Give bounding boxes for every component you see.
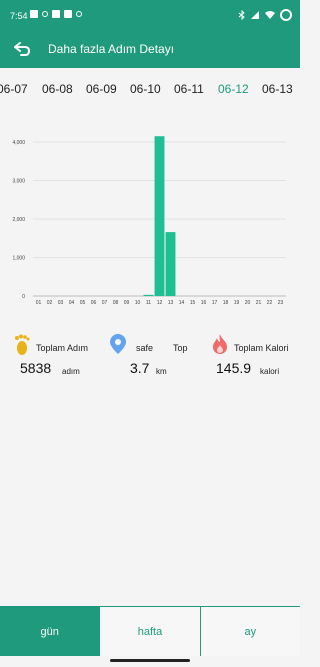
date-item[interactable]: 06-11 bbox=[174, 82, 204, 96]
notification-icons bbox=[30, 10, 82, 18]
x-tick-label: 04 bbox=[69, 300, 75, 306]
back-arrow-icon[interactable] bbox=[12, 39, 32, 59]
notification-icon bbox=[30, 10, 38, 18]
bar bbox=[143, 294, 154, 296]
date-selector: 06-07 06-08 06-09 06-10 06-11 06-12 06-1… bbox=[0, 78, 300, 100]
home-indicator bbox=[110, 659, 190, 662]
stats-panel: Toplam Adım 5838 adım safe Top 3.7 km To… bbox=[0, 330, 300, 380]
bar bbox=[165, 232, 176, 296]
x-tick-label: 01 bbox=[36, 300, 42, 306]
x-tick-label: 19 bbox=[234, 300, 240, 306]
x-tick-label: 22 bbox=[267, 300, 273, 306]
calories-unit: kalori bbox=[260, 367, 280, 376]
steps-value: 5838 bbox=[20, 360, 52, 376]
location-status-icon bbox=[42, 11, 48, 17]
x-tick-label: 21 bbox=[256, 300, 262, 306]
y-tick-label: 1,000 bbox=[12, 256, 25, 262]
date-item-selected[interactable]: 06-12 bbox=[218, 82, 249, 96]
location-pin-icon bbox=[110, 334, 126, 354]
y-tick-label: 2,000 bbox=[12, 217, 25, 223]
y-tick-label: 0 bbox=[22, 294, 25, 300]
shield-icon bbox=[52, 10, 60, 18]
calories-value: 145.9 bbox=[216, 360, 252, 376]
system-icons bbox=[238, 9, 292, 21]
distance-unit: km bbox=[156, 367, 167, 376]
wifi-icon bbox=[265, 11, 275, 19]
tab-day[interactable]: gün bbox=[0, 607, 101, 656]
x-tick-label: 13 bbox=[168, 300, 174, 306]
distance-label: safe bbox=[136, 343, 154, 353]
signal-icon bbox=[251, 11, 259, 19]
date-item[interactable]: 06-07 bbox=[0, 82, 28, 96]
page-title: Daha fazla Adım Detayı bbox=[48, 42, 175, 56]
status-time: 7:54 bbox=[10, 11, 28, 21]
battery-icon bbox=[280, 9, 292, 21]
x-tick-label: 14 bbox=[179, 300, 185, 306]
x-tick-label: 15 bbox=[190, 300, 196, 306]
footprint-icon bbox=[15, 334, 30, 355]
x-tick-label: 08 bbox=[113, 300, 119, 306]
bar bbox=[154, 136, 165, 296]
x-tick-label: 05 bbox=[80, 300, 86, 306]
x-tick-label: 06 bbox=[91, 300, 97, 306]
x-tick-label: 09 bbox=[124, 300, 130, 306]
x-tick-label: 17 bbox=[212, 300, 218, 306]
status-bar: 7:54 bbox=[0, 0, 300, 30]
image-icon bbox=[64, 10, 72, 18]
date-item[interactable]: 06-13 bbox=[262, 82, 293, 96]
x-tick-label: 18 bbox=[223, 300, 229, 306]
chart-svg: 0 1,000 2,000 3,000 4,000 01 02 03 04 05 06 07 08 09 1… bbox=[12, 136, 286, 306]
date-item[interactable]: 06-08 bbox=[42, 82, 73, 96]
tab-week[interactable]: hafta bbox=[100, 607, 201, 656]
x-tick-label: 11 bbox=[146, 300, 151, 306]
steps-unit: adım bbox=[62, 367, 80, 376]
tab-month[interactable]: ay bbox=[200, 607, 300, 656]
x-tick-label: 02 bbox=[47, 300, 53, 306]
flame-icon bbox=[213, 334, 227, 354]
distance-value: 3.7 bbox=[130, 360, 150, 376]
y-tick-label: 4,000 bbox=[12, 140, 25, 146]
period-tabs: gün hafta ay bbox=[0, 606, 300, 656]
distance-label-secondary: Top bbox=[173, 343, 188, 353]
app-bar: Daha fazla Adım Detayı bbox=[0, 30, 300, 68]
x-tick-label: 16 bbox=[201, 300, 207, 306]
bluetooth-icon bbox=[238, 10, 245, 20]
x-tick-label: 12 bbox=[157, 300, 163, 306]
calories-label: Toplam Kalori bbox=[234, 343, 289, 353]
x-tick-label: 07 bbox=[102, 300, 108, 306]
y-tick-label: 3,000 bbox=[12, 179, 25, 185]
steps-chart: 0 1,000 2,000 3,000 4,000 01 02 03 04 05 06 07 08 09 1… bbox=[0, 130, 300, 310]
steps-label: Toplam Adım bbox=[36, 343, 89, 353]
x-tick-label: 10 bbox=[135, 300, 141, 306]
date-item[interactable]: 06-09 bbox=[86, 82, 117, 96]
x-tick-label: 23 bbox=[278, 300, 284, 306]
x-tick-label: 20 bbox=[245, 300, 251, 306]
date-item[interactable]: 06-10 bbox=[130, 82, 161, 96]
x-tick-label: 03 bbox=[58, 300, 64, 306]
sync-icon bbox=[76, 11, 82, 17]
